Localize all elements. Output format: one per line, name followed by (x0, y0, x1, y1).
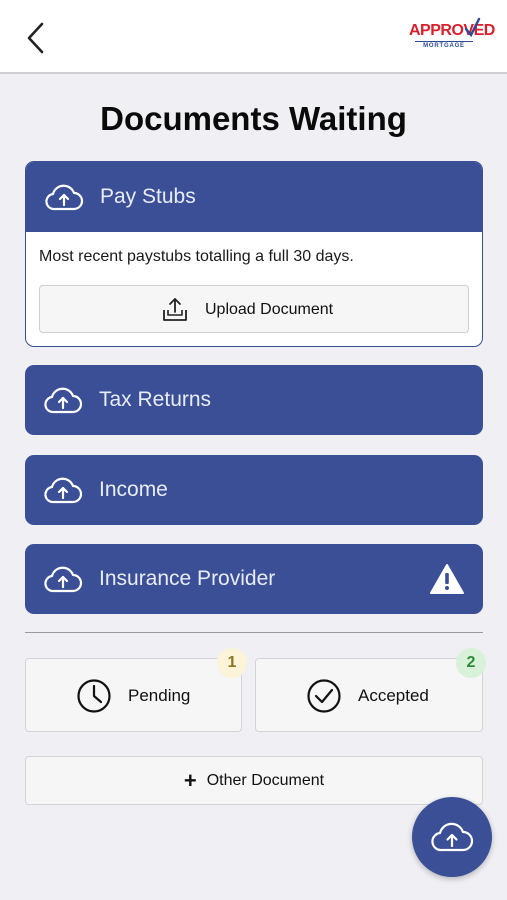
plus-icon: + (183, 768, 197, 793)
cloud-upload-icon (44, 477, 83, 504)
cloud-upload-icon (431, 822, 474, 852)
category-card-income[interactable]: Income (25, 455, 483, 525)
category-card-tax-returns[interactable]: Tax Returns (25, 365, 483, 435)
category-label: Tax Returns (99, 388, 212, 411)
check-circle-icon (307, 679, 341, 713)
upload-document-button[interactable]: Upload Document (39, 285, 469, 333)
cloud-upload-icon (44, 387, 83, 414)
section-divider (25, 632, 483, 633)
pending-label: Pending (128, 686, 191, 705)
tray-upload-icon (163, 298, 187, 321)
pending-tile[interactable]: Pending (25, 658, 242, 732)
other-document-button[interactable]: + Other Document (25, 756, 483, 805)
logo-subtext: MORTGAGE (415, 41, 473, 49)
clock-icon (77, 679, 111, 713)
logo-check-icon (464, 17, 481, 38)
accepted-tile[interactable]: Accepted (255, 658, 483, 732)
category-label: Pay Stubs (100, 185, 196, 208)
upload-fab-button[interactable] (412, 797, 492, 877)
chevron-left-icon[interactable] (20, 18, 56, 58)
cloud-upload-icon (44, 566, 83, 593)
warning-icon (430, 564, 464, 594)
accepted-count-badge: 2 (456, 648, 486, 678)
pending-count-badge: 1 (217, 648, 247, 678)
category-card-pay-stubs: Pay Stubs Most recent paystubs totalling… (25, 161, 483, 347)
app-logo: APPROVED MORTGAGE (409, 17, 495, 58)
accepted-label: Accepted (358, 686, 429, 705)
top-bar: APPROVED MORTGAGE (0, 0, 507, 74)
other-document-label: Other Document (206, 772, 325, 789)
category-description: Most recent paystubs totalling a full 30… (39, 248, 354, 265)
page-title: Documents Waiting (100, 100, 407, 137)
category-label: Income (99, 478, 168, 501)
category-header-pay-stubs[interactable]: Pay Stubs (26, 162, 482, 232)
category-card-insurance-provider[interactable]: Insurance Provider (25, 544, 483, 614)
upload-document-label: Upload Document (205, 301, 334, 318)
category-label: Insurance Provider (99, 567, 276, 590)
cloud-upload-icon (45, 184, 84, 211)
